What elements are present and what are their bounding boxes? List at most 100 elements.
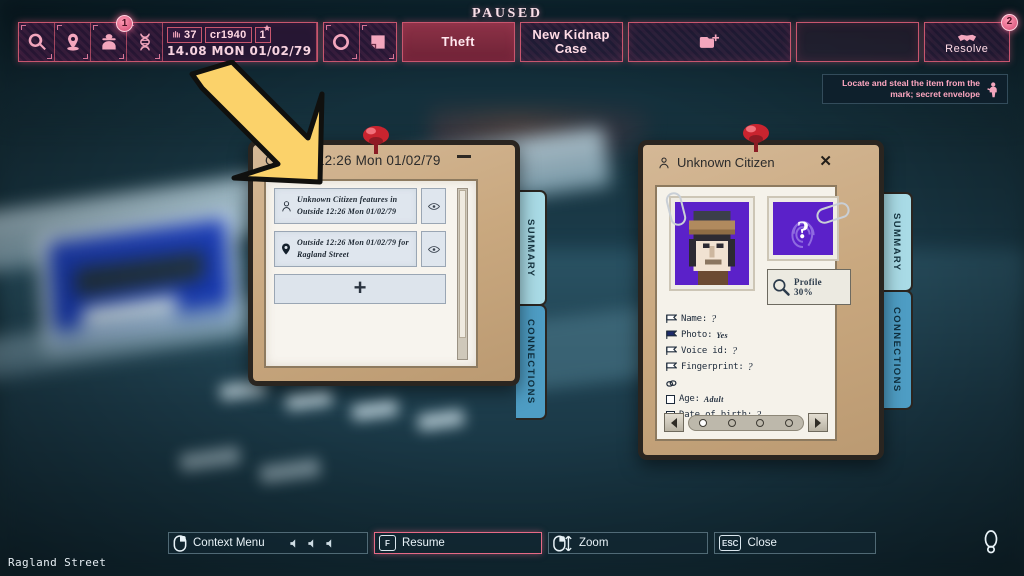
context-menu-label: Context Menu — [193, 537, 265, 549]
attribute-row-name[interactable]: Name: ? — [666, 311, 829, 327]
tutorial-arrow-icon — [189, 60, 325, 185]
attribute-row-photo[interactable]: Photo: Yes — [666, 327, 829, 343]
volume-icon — [308, 539, 314, 548]
pager-track[interactable] — [688, 414, 804, 431]
search-icon-button[interactable] — [19, 23, 55, 61]
attribute-label: Photo: — [681, 330, 713, 340]
notes-tab-connections[interactable]: CONNECTIONS — [516, 304, 547, 420]
volume-indicators — [289, 538, 336, 549]
flag-outline-icon — [666, 362, 677, 371]
list-item[interactable]: Outside 12:26 Mon 01/02/79 for Ragland S… — [274, 231, 446, 267]
portrait-image — [675, 202, 749, 285]
notes-window-tabs: SUMMARY CONNECTIONS — [516, 190, 547, 420]
checkbox[interactable] — [666, 394, 675, 404]
dna-icon-button[interactable] — [127, 23, 163, 61]
context-menu-control[interactable]: Context Menu — [168, 532, 368, 554]
case-notes-icon-button[interactable] — [359, 23, 396, 61]
chevron-left-icon — [671, 417, 677, 428]
bottom-control-bar: Context Menu F Resume Zoom ESC Close — [168, 532, 876, 554]
notes-scrollbar[interactable] — [457, 188, 468, 360]
citizen-tab-summary[interactable]: SUMMARY — [882, 192, 913, 292]
resolve-badge: 2 — [1001, 14, 1018, 31]
note-entry[interactable]: Outside 12:26 Mon 01/02/79 for Ragland S… — [274, 231, 417, 267]
notes-tab-summary[interactable]: SUMMARY — [516, 190, 547, 306]
zoom-label: Zoom — [579, 537, 609, 549]
pushpin-icon — [363, 126, 389, 154]
case-theft-button[interactable]: Theft — [401, 22, 515, 62]
attribute-row-fingerprint[interactable]: Fingerprint: ? — [666, 359, 829, 375]
pushpin-icon — [743, 124, 769, 152]
map-pin-icon-button[interactable] — [55, 23, 91, 61]
citizen-window-tabs: SUMMARY CONNECTIONS — [882, 192, 913, 410]
flag-outline-icon — [666, 314, 677, 323]
close-control[interactable]: ESC Close — [714, 532, 876, 554]
circle-icon — [333, 34, 350, 50]
pager-dot[interactable] — [756, 418, 765, 427]
detective-icon-button[interactable]: 1 — [91, 15, 133, 61]
attribute-label: Name: — [681, 314, 708, 324]
note-view-button[interactable] — [421, 188, 446, 224]
flag-filled-icon — [666, 330, 677, 339]
social-credit-icon — [173, 31, 180, 38]
attribute-row-link[interactable] — [666, 375, 829, 391]
attribute-value: Yes — [716, 330, 728, 340]
attribute-value: Adult — [703, 394, 724, 404]
fingerprint-slot[interactable]: ? — [767, 196, 852, 261]
citizen-window-header: Unknown Citizen — [657, 155, 775, 170]
circle-icon-button[interactable] — [323, 23, 360, 61]
pager-next-button[interactable] — [808, 413, 828, 432]
profile-badge[interactable]: Profile 30% — [767, 269, 851, 305]
attribute-value: ? — [747, 361, 753, 373]
paused-label: PAUSED — [472, 6, 543, 21]
note-view-button[interactable] — [421, 231, 446, 267]
close-icon[interactable]: ✕ — [819, 154, 832, 169]
magnifier-icon — [773, 279, 790, 296]
resolve-button[interactable]: Resolve 2 — [923, 14, 1018, 62]
star-icon — [263, 24, 271, 31]
citizen-window-content: ? Profile 30% Name: ? Photo: Yes Voice i… — [655, 185, 852, 441]
chevron-right-icon — [815, 417, 821, 428]
folder-plus-icon — [699, 34, 720, 48]
pager-dot[interactable] — [699, 418, 708, 427]
attribute-value: ? — [711, 313, 717, 325]
attribute-label: Age: — [679, 394, 700, 404]
person-icon — [659, 156, 669, 168]
top-toolbar: 1 37 cr1940 1 14.08 MON 01/02/79 Theft N… — [18, 14, 1018, 62]
player-stats: 37 cr1940 1 14.08 MON 01/02/79 — [163, 23, 317, 61]
citizen-photo[interactable] — [664, 190, 755, 291]
money-value: cr1940 — [209, 28, 247, 41]
attribute-label: Fingerprint: — [681, 362, 744, 372]
new-kidnap-case-button[interactable]: New Kidnap Case — [519, 22, 623, 62]
key-esc: ESC — [719, 535, 742, 551]
map-pin-icon — [279, 242, 293, 256]
add-note-button[interactable]: + — [274, 274, 446, 304]
social-credit-value: 37 — [184, 28, 197, 41]
citizen-tab-connections[interactable]: CONNECTIONS — [882, 290, 913, 410]
list-item[interactable]: Unknown Citizen features in Outside 12:2… — [274, 188, 446, 224]
person-icon — [279, 200, 293, 213]
new-case-folder-button[interactable] — [627, 22, 791, 62]
resume-control[interactable]: F Resume — [374, 532, 542, 554]
minimize-button[interactable] — [457, 155, 471, 158]
notes-window-content: Unknown Citizen features in Outside 12:2… — [264, 179, 478, 368]
profile-percent: 30% — [794, 287, 813, 297]
pager-dot[interactable] — [727, 418, 736, 427]
notes-scrollbar-thumb[interactable] — [459, 190, 466, 338]
zoom-control[interactable]: Zoom — [548, 532, 708, 554]
map-pin-icon — [66, 33, 79, 51]
attribute-row-voice-id[interactable]: Voice id: ? — [666, 343, 829, 359]
pager-dot[interactable] — [784, 418, 793, 427]
paperclip-icon — [664, 190, 688, 228]
thief-icon — [987, 81, 997, 97]
citizen-window[interactable]: SUMMARY CONNECTIONS Unknown Citizen ✕ ? … — [638, 124, 913, 460]
toolbar-icon-group: 1 37 cr1940 1 14.08 MON 01/02/79 — [18, 15, 318, 62]
citizen-window-body: Unknown Citizen ✕ ? Profile 30% Name: ? … — [638, 140, 884, 460]
fingerprint-unknown-label: ? — [797, 217, 810, 244]
attribute-row-age[interactable]: Age: Adult — [666, 391, 829, 407]
mouse-right-icon — [173, 534, 187, 552]
objective-tooltip-text: Locate and steal the item from the mark;… — [842, 78, 980, 99]
pager-prev-button[interactable] — [664, 413, 684, 432]
note-entry[interactable]: Unknown Citizen features in Outside 12:2… — [274, 188, 417, 224]
search-icon — [28, 33, 46, 51]
empty-case-slot[interactable] — [795, 22, 919, 62]
